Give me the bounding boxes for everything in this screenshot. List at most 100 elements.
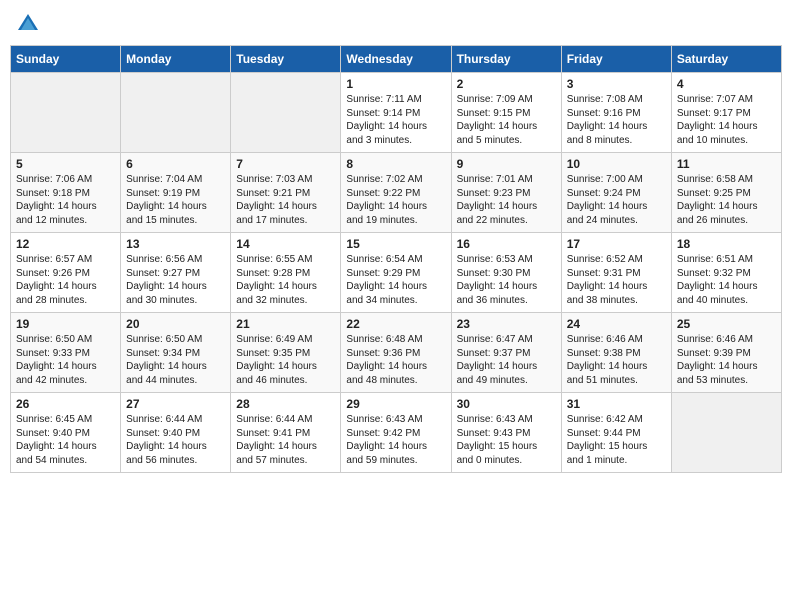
calendar-cell: [231, 73, 341, 153]
calendar-cell: 24Sunrise: 6:46 AMSunset: 9:38 PMDayligh…: [561, 313, 671, 393]
day-number: 25: [677, 317, 776, 331]
calendar-cell: 14 Sunrise: 6:55 AMSunset: 9:28 PMDayligh…: [231, 233, 341, 313]
calendar-cell: 4 Sunrise: 7:07 AMSunset: 9:17 PMDaylight…: [671, 73, 781, 153]
cell-info: Sunrise: 6:58 AMSunset: 9:25 PMDaylight:…: [677, 173, 776, 227]
calendar-cell: 23 Sunrise: 6:47 AMSunset: 9:37 PMDayligh…: [451, 313, 561, 393]
cell-info: Sunrise: 6:46 AMSunset: 9:38 PMDaylight:…: [567, 333, 666, 387]
logo: [16, 14, 38, 35]
header-row: SundayMondayTuesdayWednesdayThursdayFrid…: [11, 46, 782, 73]
cell-info: Sunrise: 6:45 AMSunset: 9:40 PMDaylight:…: [16, 413, 115, 467]
cell-info: Sunrise: 6:55 AMSunset: 9:28 PMDaylight:…: [236, 253, 335, 307]
weekday-header-friday: Friday: [561, 46, 671, 73]
calendar-cell: 15 Sunrise: 6:54 AMSunset: 9:29 PMDayligh…: [341, 233, 451, 313]
cell-info: Sunrise: 7:02 AMSunset: 9:22 PMDaylight:…: [346, 173, 445, 227]
day-number: 6: [126, 157, 225, 171]
day-number: 14: [236, 237, 335, 251]
day-number: 13: [126, 237, 225, 251]
day-number: 28: [236, 397, 335, 411]
cell-info: Sunrise: 7:06 AMSunset: 9:18 PMDaylight:…: [16, 173, 115, 227]
calendar-cell: [11, 73, 121, 153]
cell-info: Sunrise: 6:57 AMSunset: 9:26 PMDaylight:…: [16, 253, 115, 307]
cell-info: Sunrise: 7:07 AMSunset: 9:17 PMDaylight:…: [677, 93, 776, 147]
day-number: 16: [457, 237, 556, 251]
calendar-cell: 9 Sunrise: 7:01 AMSunset: 9:23 PMDaylight…: [451, 153, 561, 233]
cell-info: Sunrise: 6:52 AMSunset: 9:31 PMDaylight:…: [567, 253, 666, 307]
calendar-cell: 11Sunrise: 6:58 AMSunset: 9:25 PMDayligh…: [671, 153, 781, 233]
logo-icon: [18, 14, 38, 35]
calendar-cell: 8 Sunrise: 7:02 AMSunset: 9:22 PMDaylight…: [341, 153, 451, 233]
calendar-cell: 26 Sunrise: 6:45 AMSunset: 9:40 PMDayligh…: [11, 393, 121, 473]
week-row-2: 5 Sunrise: 7:06 AMSunset: 9:18 PMDaylight…: [11, 153, 782, 233]
week-row-1: 1Sunrise: 7:11 AMSunset: 9:14 PMDaylight…: [11, 73, 782, 153]
page-header: [10, 10, 782, 39]
week-row-4: 19Sunrise: 6:50 AMSunset: 9:33 PMDayligh…: [11, 313, 782, 393]
day-number: 29: [346, 397, 445, 411]
calendar-cell: 30 Sunrise: 6:43 AMSunset: 9:43 PMDayligh…: [451, 393, 561, 473]
cell-info: Sunrise: 7:08 AMSunset: 9:16 PMDaylight:…: [567, 93, 666, 147]
cell-info: Sunrise: 6:48 AMSunset: 9:36 PMDaylight:…: [346, 333, 445, 387]
cell-info: Sunrise: 7:03 AMSunset: 9:21 PMDaylight:…: [236, 173, 335, 227]
calendar-cell: 18 Sunrise: 6:51 AMSunset: 9:32 PMDayligh…: [671, 233, 781, 313]
calendar-cell: 12 Sunrise: 6:57 AMSunset: 9:26 PMDayligh…: [11, 233, 121, 313]
day-number: 18: [677, 237, 776, 251]
calendar-cell: 3 Sunrise: 7:08 AMSunset: 9:16 PMDaylight…: [561, 73, 671, 153]
day-number: 2: [457, 77, 556, 91]
day-number: 8: [346, 157, 445, 171]
calendar-cell: 2Sunrise: 7:09 AMSunset: 9:15 PMDaylight…: [451, 73, 561, 153]
day-number: 12: [16, 237, 115, 251]
day-number: 9: [457, 157, 556, 171]
weekday-header-sunday: Sunday: [11, 46, 121, 73]
weekday-header-monday: Monday: [121, 46, 231, 73]
day-number: 3: [567, 77, 666, 91]
weekday-header-tuesday: Tuesday: [231, 46, 341, 73]
day-number: 10: [567, 157, 666, 171]
weekday-header-wednesday: Wednesday: [341, 46, 451, 73]
week-row-5: 26 Sunrise: 6:45 AMSunset: 9:40 PMDayligh…: [11, 393, 782, 473]
cell-info: Sunrise: 6:43 AMSunset: 9:43 PMDaylight:…: [457, 413, 556, 467]
day-number: 22: [346, 317, 445, 331]
day-number: 20: [126, 317, 225, 331]
cell-info: Sunrise: 7:00 AMSunset: 9:24 PMDaylight:…: [567, 173, 666, 227]
day-number: 21: [236, 317, 335, 331]
cell-info: Sunrise: 6:54 AMSunset: 9:29 PMDaylight:…: [346, 253, 445, 307]
day-number: 31: [567, 397, 666, 411]
calendar-cell: 7 Sunrise: 7:03 AMSunset: 9:21 PMDaylight…: [231, 153, 341, 233]
week-row-3: 12 Sunrise: 6:57 AMSunset: 9:26 PMDayligh…: [11, 233, 782, 313]
calendar-cell: 27Sunrise: 6:44 AMSunset: 9:40 PMDayligh…: [121, 393, 231, 473]
calendar-cell: 16 Sunrise: 6:53 AMSunset: 9:30 PMDayligh…: [451, 233, 561, 313]
calendar-cell: [121, 73, 231, 153]
cell-info: Sunrise: 6:51 AMSunset: 9:32 PMDaylight:…: [677, 253, 776, 307]
weekday-header-thursday: Thursday: [451, 46, 561, 73]
calendar-cell: 31 Sunrise: 6:42 AMSunset: 9:44 PMDayligh…: [561, 393, 671, 473]
cell-info: Sunrise: 6:46 AMSunset: 9:39 PMDaylight:…: [677, 333, 776, 387]
cell-info: Sunrise: 6:53 AMSunset: 9:30 PMDaylight:…: [457, 253, 556, 307]
cell-info: Sunrise: 6:56 AMSunset: 9:27 PMDaylight:…: [126, 253, 225, 307]
day-number: 26: [16, 397, 115, 411]
cell-info: Sunrise: 6:43 AMSunset: 9:42 PMDaylight:…: [346, 413, 445, 467]
calendar-cell: 21Sunrise: 6:49 AMSunset: 9:35 PMDayligh…: [231, 313, 341, 393]
calendar-cell: 17 Sunrise: 6:52 AMSunset: 9:31 PMDayligh…: [561, 233, 671, 313]
cell-info: Sunrise: 7:01 AMSunset: 9:23 PMDaylight:…: [457, 173, 556, 227]
cell-info: Sunrise: 6:47 AMSunset: 9:37 PMDaylight:…: [457, 333, 556, 387]
calendar-cell: 19Sunrise: 6:50 AMSunset: 9:33 PMDayligh…: [11, 313, 121, 393]
day-number: 17: [567, 237, 666, 251]
weekday-header-saturday: Saturday: [671, 46, 781, 73]
day-number: 1: [346, 77, 445, 91]
day-number: 4: [677, 77, 776, 91]
calendar-cell: 1Sunrise: 7:11 AMSunset: 9:14 PMDaylight…: [341, 73, 451, 153]
day-number: 7: [236, 157, 335, 171]
day-number: 30: [457, 397, 556, 411]
calendar-cell: 28Sunrise: 6:44 AMSunset: 9:41 PMDayligh…: [231, 393, 341, 473]
day-number: 19: [16, 317, 115, 331]
calendar-cell: 20 Sunrise: 6:50 AMSunset: 9:34 PMDayligh…: [121, 313, 231, 393]
cell-info: Sunrise: 7:04 AMSunset: 9:19 PMDaylight:…: [126, 173, 225, 227]
day-number: 5: [16, 157, 115, 171]
day-number: 23: [457, 317, 556, 331]
day-number: 15: [346, 237, 445, 251]
calendar-cell: 5 Sunrise: 7:06 AMSunset: 9:18 PMDaylight…: [11, 153, 121, 233]
calendar-cell: 22 Sunrise: 6:48 AMSunset: 9:36 PMDayligh…: [341, 313, 451, 393]
cell-info: Sunrise: 6:50 AMSunset: 9:34 PMDaylight:…: [126, 333, 225, 387]
day-number: 27: [126, 397, 225, 411]
calendar-cell: 29 Sunrise: 6:43 AMSunset: 9:42 PMDayligh…: [341, 393, 451, 473]
cell-info: Sunrise: 6:42 AMSunset: 9:44 PMDaylight:…: [567, 413, 666, 467]
